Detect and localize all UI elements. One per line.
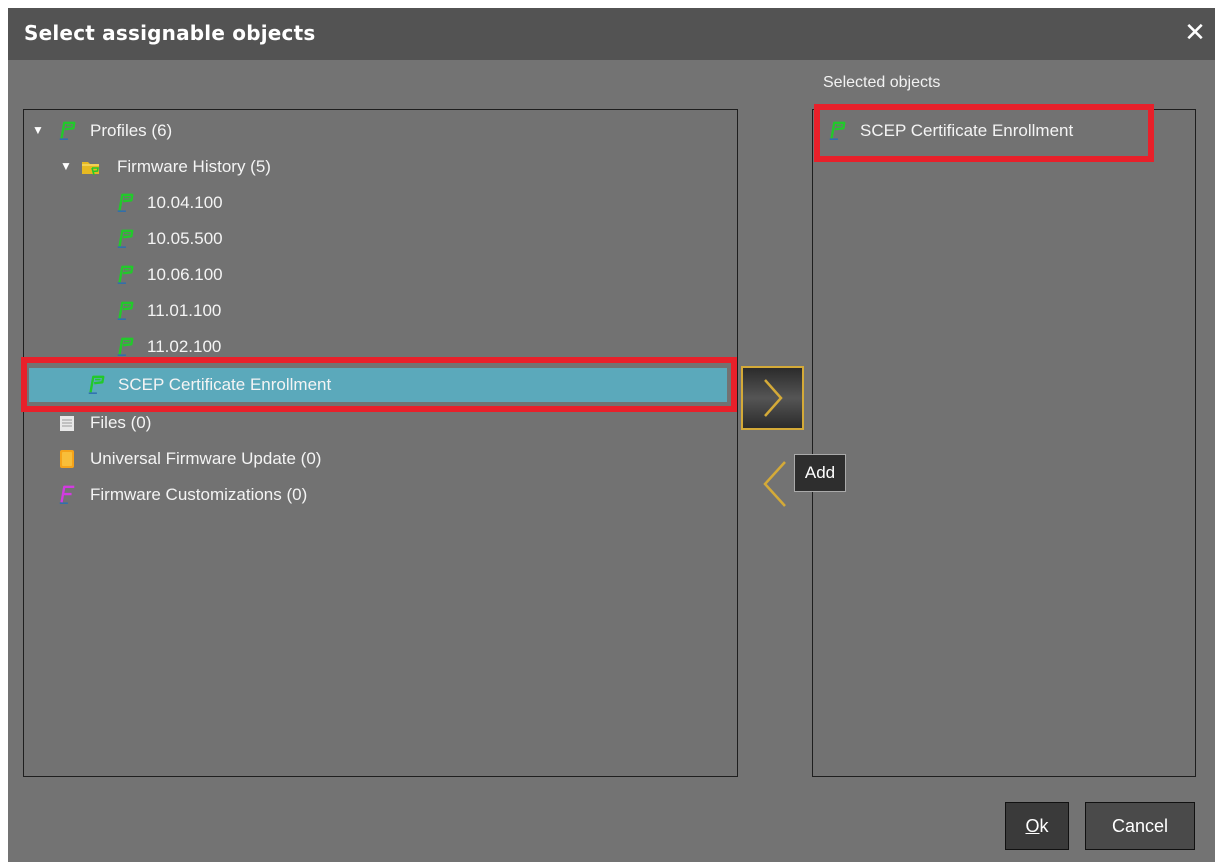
cancel-button[interactable]: Cancel — [1085, 802, 1195, 850]
profile-icon — [116, 229, 134, 249]
remove-button[interactable] — [753, 454, 793, 514]
selected-item-scep-certificate-enrollment[interactable]: SCEP Certificate Enrollment — [813, 114, 1195, 148]
tree-item-label: 10.04.100 — [147, 193, 223, 212]
profile-icon — [116, 193, 134, 213]
file-icon — [60, 416, 74, 431]
tree-item-scep-certificate-enrollment[interactable]: SCEP Certificate Enrollment — [29, 368, 727, 402]
profile-icon — [116, 301, 134, 321]
expand-arrow-icon[interactable]: ▼ — [32, 123, 44, 137]
add-button[interactable] — [741, 366, 804, 430]
tree-item-universal-firmware-update[interactable]: Universal Firmware Update (0) — [24, 442, 737, 476]
tree-item-profiles[interactable]: ▼ Profiles (6) — [24, 114, 737, 148]
profile-icon — [116, 265, 134, 285]
tree-item-label: Universal Firmware Update (0) — [90, 449, 322, 468]
tree-item-label: Files (0) — [90, 413, 152, 432]
selected-objects-label: Selected objects — [823, 74, 941, 91]
available-objects-tree[interactable]: ▼ Profiles (6) ▼ Firmware History (5) 10… — [23, 109, 738, 777]
update-icon — [60, 450, 74, 468]
tree-item-label: 11.01.100 — [147, 301, 222, 320]
ok-mnemonic: O — [1025, 816, 1040, 836]
expand-arrow-icon[interactable]: ▼ — [60, 159, 72, 173]
ok-button[interactable]: Ok — [1005, 802, 1069, 850]
tree-item-label: Profiles (6) — [90, 121, 173, 140]
chevron-right-icon — [764, 379, 783, 417]
dialog-title: Select assignable objects — [24, 21, 316, 45]
add-tooltip: Add — [794, 454, 846, 492]
tree-item-version[interactable]: 11.02.100 — [24, 330, 737, 364]
tree-item-label: 11.02.100 — [147, 337, 222, 356]
tree-item-version[interactable]: 10.06.100 — [24, 258, 737, 292]
profile-icon — [116, 337, 134, 357]
customization-icon — [59, 485, 75, 504]
selected-item-label: SCEP Certificate Enrollment — [860, 121, 1074, 140]
profile-icon — [87, 375, 105, 395]
tree-item-firmware-history[interactable]: ▼ Firmware History (5) — [24, 150, 737, 184]
tree-item-label: Firmware Customizations (0) — [90, 485, 308, 504]
tree-item-version[interactable]: 10.04.100 — [24, 186, 737, 220]
tree-item-version[interactable]: 11.01.100 — [24, 294, 737, 328]
tree-item-firmware-customizations[interactable]: Firmware Customizations (0) — [24, 478, 737, 512]
tree-item-label: Firmware History (5) — [117, 157, 271, 176]
profile-icon — [58, 121, 76, 141]
tree-item-label: SCEP Certificate Enrollment — [118, 375, 332, 394]
tree-item-files[interactable]: Files (0) — [24, 406, 737, 440]
tree-item-label: 10.05.500 — [147, 229, 223, 248]
profile-icon — [828, 121, 846, 141]
selected-objects-list[interactable]: SCEP Certificate Enrollment — [812, 109, 1196, 777]
close-icon[interactable]: ✕ — [1181, 18, 1209, 46]
folder-icon — [82, 162, 99, 176]
dialog-titlebar: Select assignable objects ✕ — [8, 8, 1215, 60]
ok-label-rest: k — [1039, 816, 1049, 836]
chevron-left-icon — [763, 461, 786, 507]
select-assignable-objects-dialog: Select assignable objects ✕ Selected obj… — [8, 8, 1215, 862]
tree-item-label: 10.06.100 — [147, 265, 223, 284]
tree-item-version[interactable]: 10.05.500 — [24, 222, 737, 256]
